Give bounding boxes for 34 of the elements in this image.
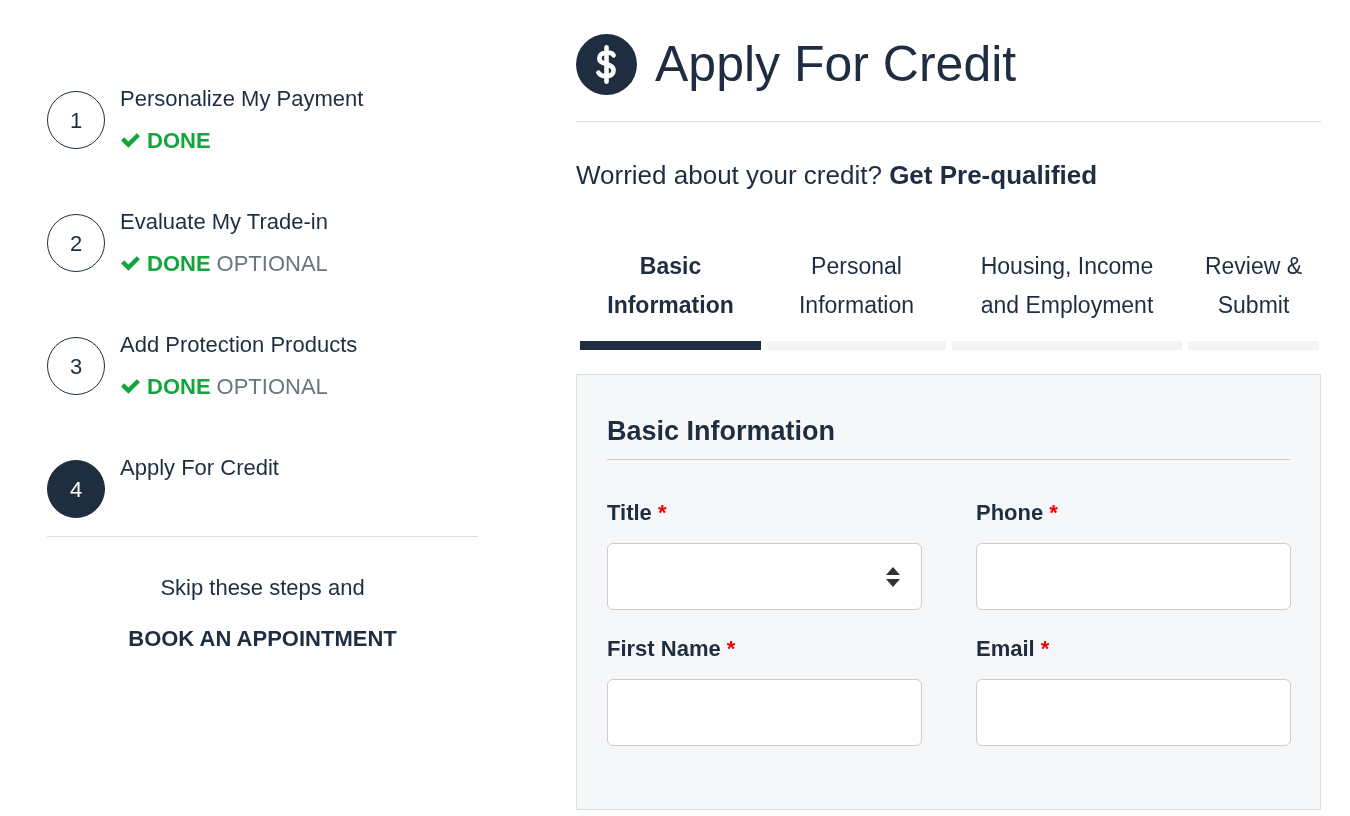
step-title: Apply For Credit (120, 454, 279, 482)
dollar-icon (576, 34, 637, 95)
field-label: Email (976, 636, 1036, 662)
form-tab[interactable]: Housing, Income and Employment (952, 247, 1182, 350)
form-tab[interactable]: Basic Information (580, 247, 761, 350)
page-title: Apply For Credit (655, 37, 1017, 92)
step-title: Add Protection Products (120, 331, 358, 359)
skip-text: Skip these steps and (159, 574, 366, 602)
input-field[interactable] (976, 679, 1291, 747)
prequalify-text: Worried about your credit? (576, 160, 883, 190)
input-field[interactable] (976, 543, 1291, 611)
form-tab[interactable]: Review & Submit (1188, 247, 1319, 350)
status-label: DONE (147, 127, 211, 155)
input-field[interactable] (607, 679, 922, 747)
form-tab[interactable]: Personal Information (767, 247, 946, 350)
step-number: 4 (47, 460, 105, 518)
select-field[interactable] (607, 543, 922, 611)
required-mark: * (1049, 500, 1058, 526)
book-appointment-link[interactable]: BOOK AN APPOINTMENT (128, 622, 397, 655)
prequalify-link[interactable]: Get Pre-qualified (889, 160, 1098, 190)
step-title: Personalize My Payment (120, 85, 364, 113)
field-label: First Name (607, 636, 722, 662)
form-title: Basic Information (607, 415, 1290, 461)
required-mark: * (1040, 636, 1050, 662)
step-title: Evaluate My Trade-in (120, 208, 328, 236)
required-mark: * (726, 636, 736, 662)
status-label: DONE (147, 373, 211, 401)
field-label: Title (607, 500, 653, 526)
optional-label: OPTIONAL (216, 373, 328, 401)
optional-label: OPTIONAL (216, 250, 328, 278)
required-mark: * (657, 500, 667, 526)
field-label: Phone (976, 500, 1045, 526)
status-label: DONE (147, 250, 211, 278)
sort-caret-icon (885, 565, 901, 588)
